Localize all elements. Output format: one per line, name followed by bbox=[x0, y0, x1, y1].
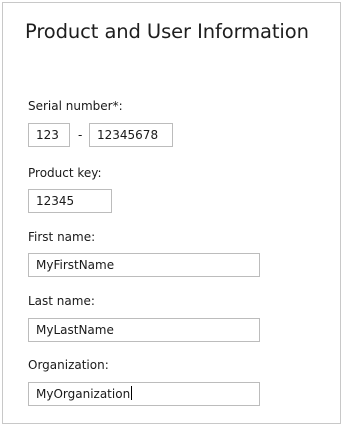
last-name-label: Last name: bbox=[28, 294, 95, 308]
organization-field[interactable]: MyOrganization bbox=[28, 382, 260, 406]
product-key-field[interactable]: 12345 bbox=[28, 189, 112, 213]
serial-number-prefix-value: 123 bbox=[36, 128, 59, 142]
organization-value: MyOrganization bbox=[36, 387, 131, 401]
product-key-value: 12345 bbox=[36, 194, 75, 208]
last-name-value: MyLastName bbox=[36, 323, 114, 337]
text-caret bbox=[131, 386, 133, 400]
first-name-field[interactable]: MyFirstName bbox=[28, 253, 260, 277]
product-user-info-panel: Product and User Information Serial numb… bbox=[2, 2, 341, 424]
first-name-value: MyFirstName bbox=[36, 258, 115, 272]
serial-number-value: 12345678 bbox=[97, 128, 159, 142]
organization-label: Organization: bbox=[28, 358, 109, 372]
serial-number-field[interactable]: 12345678 bbox=[89, 123, 173, 147]
serial-number-label: Serial number*: bbox=[28, 99, 123, 113]
first-name-label: First name: bbox=[28, 230, 96, 244]
serial-number-separator: - bbox=[78, 128, 83, 142]
last-name-field[interactable]: MyLastName bbox=[28, 318, 260, 342]
serial-number-prefix-field[interactable]: 123 bbox=[28, 123, 70, 147]
product-key-label: Product key: bbox=[28, 166, 102, 180]
page-title: Product and User Information bbox=[25, 20, 309, 43]
